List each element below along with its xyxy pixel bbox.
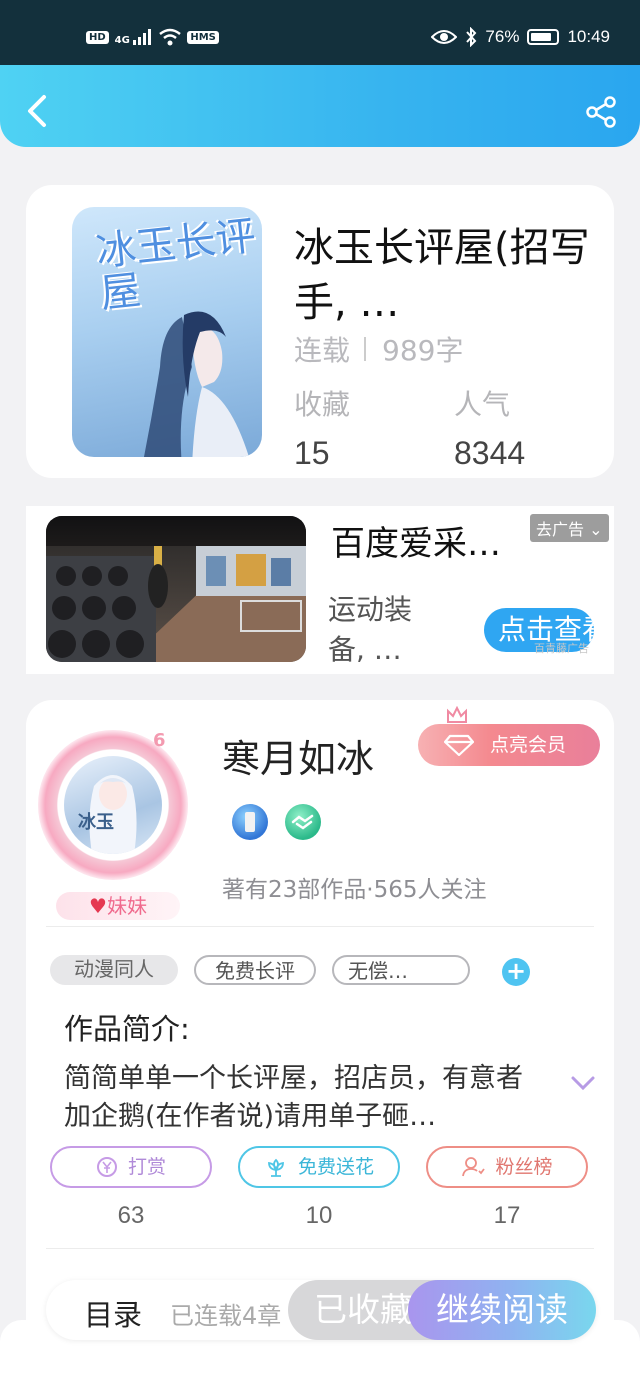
fans-icon [462,1157,486,1177]
vip-button[interactable]: 点亮会员 [418,724,600,766]
popularity-count: 8344 [454,435,526,471]
cover-illustration [143,311,249,457]
book-info-card: 冰玉长评屋 冰玉长评屋(招写手, … 连载 989字 收藏 15 人气 8344 [26,185,614,478]
wifi-icon [159,28,182,46]
book-meta: 连载 989字 [294,329,463,369]
yen-coin-icon [96,1157,117,1177]
ad-source: 百青藤广告 [534,642,589,655]
hms-icon: HMS [187,30,219,44]
book-cover[interactable]: 冰玉长评屋 [72,207,262,457]
ad-description: 运动装备, … [328,593,413,666]
flower-icon [268,1158,284,1177]
fans-ranking-button[interactable]: 粉丝榜 [426,1146,588,1188]
chevron-left-icon[interactable] [24,93,52,129]
tip-count: 63 [117,1202,145,1229]
divider [46,1248,594,1249]
status-left-icons: HD 4G HMS [86,28,219,46]
phone-medal-icon[interactable] [232,804,268,840]
4g-signal-icon: 4G [115,28,154,46]
sister-badge: ♥妹妹 [56,892,180,920]
remove-ad-tag[interactable]: 去广告 ⌄ [530,514,609,542]
author-card: 冰玉 6 ♥妹妹 寒月如冰 点亮会员 著有23部作品·565人关注 动漫同人 免… [26,700,614,1360]
toc-status[interactable]: 已连载4章 [170,1296,296,1331]
chevron-down-icon: ⌄ [589,520,603,539]
ad-image[interactable] [46,516,306,662]
top-header [0,65,640,147]
popularity-label: 人气 [454,388,511,421]
tag-unpaid[interactable]: 无偿… [332,955,470,985]
handshake-medal-icon[interactable] [285,804,321,840]
chevron-down-icon[interactable] [570,1074,596,1092]
serial-status: 连载 [294,334,351,367]
share-icon[interactable] [584,95,618,129]
meta-divider [364,337,367,361]
tag-anime-fanfic[interactable]: 动漫同人 [50,955,178,985]
send-flower-button[interactable]: 免费送花 [238,1146,400,1188]
add-tag-button[interactable]: + [502,958,530,986]
collect-label: 收藏 [294,388,351,421]
flower-count: 10 [305,1202,333,1229]
avatar-text: 冰玉 [78,812,114,833]
author-avatar-frame[interactable]: 冰玉 [38,730,188,880]
fans-count: 17 [493,1202,521,1229]
tag-free-review[interactable]: 免费长评 [194,955,316,985]
continue-reading-button[interactable]: 继续阅读 [408,1280,596,1340]
bluetooth-icon [466,27,477,47]
eye-icon [431,30,458,44]
intro-text: 简简单单一个长评屋，招店员，有意者加企鹅(在作者说)请用单子砸… [64,1063,523,1132]
battery-percent: 76% [485,27,520,46]
ad-card[interactable]: 百度爱采… 运动装备, … 去广告 ⌄ 点击查看 百青藤广告 [26,506,614,674]
status-right: 76% 10:49 [431,27,610,47]
book-title: 冰玉长评屋(招写手, … [294,225,590,326]
author-name[interactable]: 寒月如冰 [222,728,374,783]
clock: 10:49 [567,27,610,46]
tip-button[interactable]: 打赏 [50,1146,212,1188]
battery-icon [527,29,560,45]
crown-icon [447,706,467,723]
works-info: 著有23部作品·565人关注 [222,877,487,903]
word-count: 989字 [382,334,464,367]
bottom-action-bar: 目录 已连载4章 已收藏 继续阅读 [46,1280,596,1340]
level-badge: 6 [153,730,166,751]
gym-photo [46,516,306,662]
heart-icon: ♥ [89,894,107,918]
avatar: 冰玉 [64,756,162,854]
divider [46,926,594,927]
intro-label: 作品简介: [64,1012,190,1046]
ad-title: 百度爱采… [331,524,501,564]
avatar-illustration [89,775,137,854]
collect-count: 15 [294,435,330,471]
diamond-icon [444,734,474,756]
status-bar: HD 4G HMS 76% 10:49 [0,0,640,70]
toc-button[interactable]: 目录 [84,1292,142,1334]
hd-icon: HD [86,30,109,44]
